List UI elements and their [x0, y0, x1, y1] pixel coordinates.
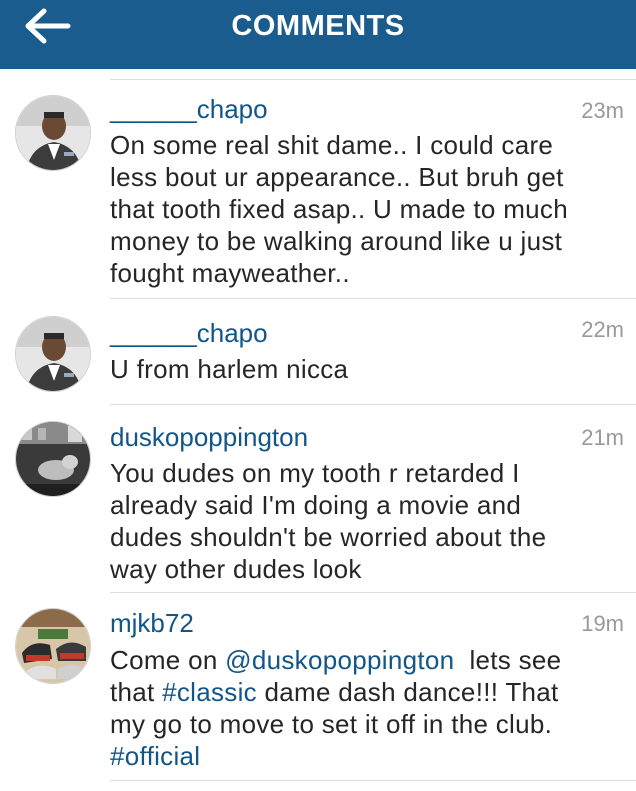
divider: [110, 404, 636, 405]
divider: [110, 79, 636, 80]
divider: [110, 298, 636, 299]
comment-username[interactable]: ______chapo: [110, 318, 268, 349]
comment-text: U from harlem nicca: [110, 353, 620, 385]
avatar[interactable]: [15, 608, 91, 684]
comment-username[interactable]: duskopoppington: [110, 422, 308, 453]
hashtag-link[interactable]: #official: [110, 741, 200, 771]
comment-line: U from harlem nicca: [110, 354, 349, 384]
mention-link[interactable]: @duskopoppington: [225, 645, 454, 675]
page-title: COMMENTS: [231, 10, 405, 42]
avatar[interactable]: [15, 316, 91, 392]
comment-line: my go to move to set it off in the club.: [110, 709, 553, 739]
comment-username[interactable]: ______chapo: [110, 94, 268, 125]
comment-timestamp: 21m: [581, 425, 624, 450]
avatar[interactable]: [15, 95, 91, 171]
hashtag-link[interactable]: #classic: [162, 677, 257, 707]
comment-line: fought mayweather..: [110, 258, 350, 288]
comment-line: On some real shit dame.. I could care: [110, 130, 554, 160]
header-bar: COMMENTS: [0, 0, 636, 69]
comment-timestamp: 19m: [581, 611, 624, 636]
avatar[interactable]: [15, 421, 91, 497]
comment-timestamp: 23m: [581, 98, 624, 123]
comment-line: You dudes on my tooth r retarded I: [110, 458, 520, 488]
comment-timestamp: 22m: [581, 317, 624, 342]
comment-line: less bout ur appearance.. But bruh get: [110, 162, 564, 192]
comment-line: #official: [110, 740, 620, 772]
comment-line: Come on @duskopoppington lets see: [110, 645, 562, 675]
comment-text: Come on @duskopoppington lets see that #…: [110, 644, 620, 772]
comment-text: On some real shit dame.. I could care le…: [110, 129, 620, 289]
divider: [110, 780, 636, 781]
divider: [110, 592, 636, 593]
comment-line: dudes shouldn't be worried about the: [110, 522, 547, 552]
comment-line: money to be walking around like u just: [110, 226, 563, 256]
comment-line: already said I'm doing a movie and: [110, 490, 522, 520]
comment-text: You dudes on my tooth r retarded I alrea…: [110, 457, 620, 585]
comment-line: way other dudes look: [110, 554, 362, 584]
comment-line: that #classic dame dash dance!!! That: [110, 677, 559, 707]
comment-username[interactable]: mjkb72: [110, 608, 194, 639]
comment-line: that tooth fixed asap.. U made to much: [110, 194, 568, 224]
